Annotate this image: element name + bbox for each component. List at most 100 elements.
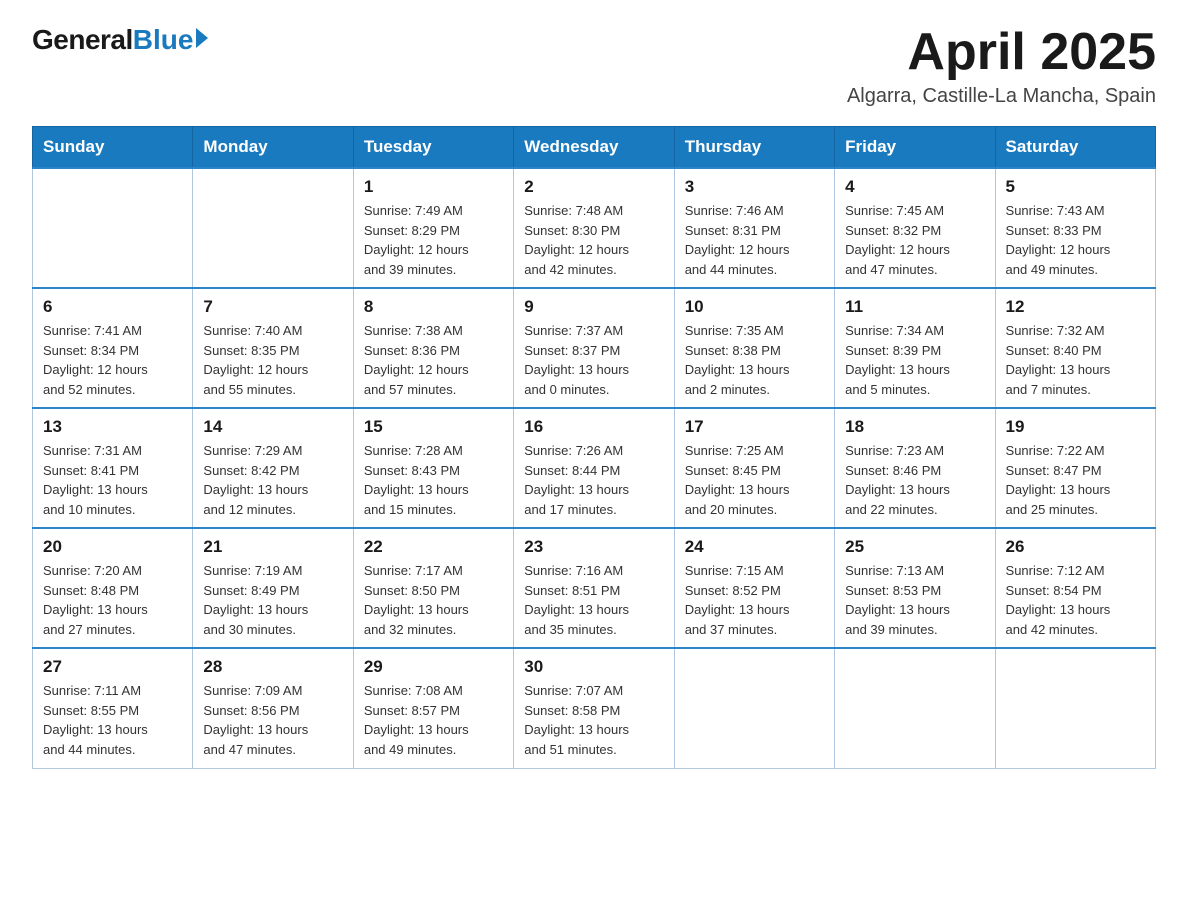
day-number: 4 bbox=[845, 177, 984, 197]
day-number: 14 bbox=[203, 417, 342, 437]
day-info: Sunrise: 7:35 AMSunset: 8:38 PMDaylight:… bbox=[685, 321, 824, 399]
day-number: 18 bbox=[845, 417, 984, 437]
day-info: Sunrise: 7:09 AMSunset: 8:56 PMDaylight:… bbox=[203, 681, 342, 759]
day-number: 12 bbox=[1006, 297, 1145, 317]
day-number: 1 bbox=[364, 177, 503, 197]
calendar-cell: 27Sunrise: 7:11 AMSunset: 8:55 PMDayligh… bbox=[33, 648, 193, 768]
calendar-week-row: 6Sunrise: 7:41 AMSunset: 8:34 PMDaylight… bbox=[33, 288, 1156, 408]
title-block: April 2025 Algarra, Castille-La Mancha, … bbox=[847, 24, 1156, 108]
day-number: 23 bbox=[524, 537, 663, 557]
calendar-cell: 5 Sunrise: 7:43 AMSunset: 8:33 PMDaylight… bbox=[995, 168, 1155, 288]
calendar-cell: 25 Sunrise: 7:13 AMSunset: 8:53 PMDayligh… bbox=[835, 528, 995, 648]
day-info: Sunrise: 7:45 AMSunset: 8:32 PMDaylight:… bbox=[845, 201, 984, 279]
day-info: Sunrise: 7:38 AMSunset: 8:36 PMDaylight:… bbox=[364, 321, 503, 399]
calendar-cell: 21 Sunrise: 7:19 AMSunset: 8:49 PMDayligh… bbox=[193, 528, 353, 648]
logo-triangle-icon bbox=[196, 28, 208, 48]
weekday-header-friday: Friday bbox=[835, 127, 995, 169]
weekday-header-sunday: Sunday bbox=[33, 127, 193, 169]
day-info: Sunrise: 7:22 AMSunset: 8:47 PMDaylight:… bbox=[1006, 441, 1145, 519]
day-info: Sunrise: 7:23 AMSunset: 8:46 PMDaylight:… bbox=[845, 441, 984, 519]
day-info: Sunrise: 7:29 AMSunset: 8:42 PMDaylight:… bbox=[203, 441, 342, 519]
day-number: 30 bbox=[524, 657, 663, 677]
day-info: Sunrise: 7:34 AMSunset: 8:39 PMDaylight:… bbox=[845, 321, 984, 399]
day-info: Sunrise: 7:08 AMSunset: 8:57 PMDaylight:… bbox=[364, 681, 503, 759]
day-info: Sunrise: 7:31 AMSunset: 8:41 PMDaylight:… bbox=[43, 441, 182, 519]
day-info: Sunrise: 7:12 AMSunset: 8:54 PMDaylight:… bbox=[1006, 561, 1145, 639]
calendar-cell: 10 Sunrise: 7:35 AMSunset: 8:38 PMDayligh… bbox=[674, 288, 834, 408]
day-number: 22 bbox=[364, 537, 503, 557]
calendar-cell bbox=[835, 648, 995, 768]
calendar-cell: 19Sunrise: 7:22 AMSunset: 8:47 PMDayligh… bbox=[995, 408, 1155, 528]
calendar-cell: 28 Sunrise: 7:09 AMSunset: 8:56 PMDayligh… bbox=[193, 648, 353, 768]
calendar-cell: 26 Sunrise: 7:12 AMSunset: 8:54 PMDayligh… bbox=[995, 528, 1155, 648]
day-info: Sunrise: 7:15 AMSunset: 8:52 PMDaylight:… bbox=[685, 561, 824, 639]
calendar-cell bbox=[193, 168, 353, 288]
day-info: Sunrise: 7:40 AMSunset: 8:35 PMDaylight:… bbox=[203, 321, 342, 399]
calendar-week-row: 27Sunrise: 7:11 AMSunset: 8:55 PMDayligh… bbox=[33, 648, 1156, 768]
day-number: 3 bbox=[685, 177, 824, 197]
day-info: Sunrise: 7:16 AMSunset: 8:51 PMDaylight:… bbox=[524, 561, 663, 639]
day-info: Sunrise: 7:37 AMSunset: 8:37 PMDaylight:… bbox=[524, 321, 663, 399]
day-info: Sunrise: 7:46 AMSunset: 8:31 PMDaylight:… bbox=[685, 201, 824, 279]
calendar-cell: 20 Sunrise: 7:20 AMSunset: 8:48 PMDayligh… bbox=[33, 528, 193, 648]
logo-blue-text: Blue bbox=[133, 24, 194, 56]
weekday-header-wednesday: Wednesday bbox=[514, 127, 674, 169]
calendar-week-row: 1 Sunrise: 7:49 AMSunset: 8:29 PMDaylight… bbox=[33, 168, 1156, 288]
day-info: Sunrise: 7:07 AMSunset: 8:58 PMDaylight:… bbox=[524, 681, 663, 759]
calendar-cell: 30 Sunrise: 7:07 AMSunset: 8:58 PMDayligh… bbox=[514, 648, 674, 768]
calendar-cell: 3 Sunrise: 7:46 AMSunset: 8:31 PMDaylight… bbox=[674, 168, 834, 288]
day-number: 29 bbox=[364, 657, 503, 677]
day-number: 20 bbox=[43, 537, 182, 557]
calendar-cell: 17 Sunrise: 7:25 AMSunset: 8:45 PMDayligh… bbox=[674, 408, 834, 528]
day-number: 15 bbox=[364, 417, 503, 437]
calendar-cell: 24 Sunrise: 7:15 AMSunset: 8:52 PMDayligh… bbox=[674, 528, 834, 648]
day-info: Sunrise: 7:32 AMSunset: 8:40 PMDaylight:… bbox=[1006, 321, 1145, 399]
calendar-cell: 12 Sunrise: 7:32 AMSunset: 8:40 PMDayligh… bbox=[995, 288, 1155, 408]
calendar-cell: 2Sunrise: 7:48 AMSunset: 8:30 PMDaylight… bbox=[514, 168, 674, 288]
day-number: 17 bbox=[685, 417, 824, 437]
day-number: 11 bbox=[845, 297, 984, 317]
day-number: 9 bbox=[524, 297, 663, 317]
day-info: Sunrise: 7:49 AMSunset: 8:29 PMDaylight:… bbox=[364, 201, 503, 279]
calendar-cell: 1 Sunrise: 7:49 AMSunset: 8:29 PMDaylight… bbox=[353, 168, 513, 288]
calendar-cell: 7 Sunrise: 7:40 AMSunset: 8:35 PMDaylight… bbox=[193, 288, 353, 408]
day-info: Sunrise: 7:26 AMSunset: 8:44 PMDaylight:… bbox=[524, 441, 663, 519]
calendar-cell: 11 Sunrise: 7:34 AMSunset: 8:39 PMDayligh… bbox=[835, 288, 995, 408]
calendar-header: SundayMondayTuesdayWednesdayThursdayFrid… bbox=[33, 127, 1156, 169]
day-number: 24 bbox=[685, 537, 824, 557]
weekday-header-saturday: Saturday bbox=[995, 127, 1155, 169]
calendar-cell: 18 Sunrise: 7:23 AMSunset: 8:46 PMDayligh… bbox=[835, 408, 995, 528]
day-number: 10 bbox=[685, 297, 824, 317]
calendar-title: April 2025 bbox=[847, 24, 1156, 81]
calendar-cell: 14 Sunrise: 7:29 AMSunset: 8:42 PMDayligh… bbox=[193, 408, 353, 528]
page-header: General Blue April 2025 Algarra, Castill… bbox=[32, 24, 1156, 108]
day-number: 25 bbox=[845, 537, 984, 557]
day-info: Sunrise: 7:48 AMSunset: 8:30 PMDaylight:… bbox=[524, 201, 663, 279]
day-number: 8 bbox=[364, 297, 503, 317]
day-number: 26 bbox=[1006, 537, 1145, 557]
calendar-cell: 6Sunrise: 7:41 AMSunset: 8:34 PMDaylight… bbox=[33, 288, 193, 408]
weekday-header-tuesday: Tuesday bbox=[353, 127, 513, 169]
weekday-header-monday: Monday bbox=[193, 127, 353, 169]
day-number: 5 bbox=[1006, 177, 1145, 197]
day-info: Sunrise: 7:19 AMSunset: 8:49 PMDaylight:… bbox=[203, 561, 342, 639]
calendar-cell: 16Sunrise: 7:26 AMSunset: 8:44 PMDayligh… bbox=[514, 408, 674, 528]
calendar-table: SundayMondayTuesdayWednesdayThursdayFrid… bbox=[32, 126, 1156, 769]
day-info: Sunrise: 7:13 AMSunset: 8:53 PMDaylight:… bbox=[845, 561, 984, 639]
day-info: Sunrise: 7:11 AMSunset: 8:55 PMDaylight:… bbox=[43, 681, 182, 759]
day-number: 7 bbox=[203, 297, 342, 317]
day-number: 28 bbox=[203, 657, 342, 677]
calendar-subtitle: Algarra, Castille-La Mancha, Spain bbox=[847, 85, 1156, 108]
calendar-body: 1 Sunrise: 7:49 AMSunset: 8:29 PMDaylight… bbox=[33, 168, 1156, 768]
day-info: Sunrise: 7:25 AMSunset: 8:45 PMDaylight:… bbox=[685, 441, 824, 519]
logo: General Blue bbox=[32, 24, 208, 56]
calendar-week-row: 20 Sunrise: 7:20 AMSunset: 8:48 PMDayligh… bbox=[33, 528, 1156, 648]
day-number: 13 bbox=[43, 417, 182, 437]
day-info: Sunrise: 7:20 AMSunset: 8:48 PMDaylight:… bbox=[43, 561, 182, 639]
day-info: Sunrise: 7:28 AMSunset: 8:43 PMDaylight:… bbox=[364, 441, 503, 519]
day-number: 21 bbox=[203, 537, 342, 557]
calendar-cell: 9 Sunrise: 7:37 AMSunset: 8:37 PMDaylight… bbox=[514, 288, 674, 408]
day-info: Sunrise: 7:43 AMSunset: 8:33 PMDaylight:… bbox=[1006, 201, 1145, 279]
logo-general-text: General bbox=[32, 24, 133, 56]
calendar-cell bbox=[674, 648, 834, 768]
